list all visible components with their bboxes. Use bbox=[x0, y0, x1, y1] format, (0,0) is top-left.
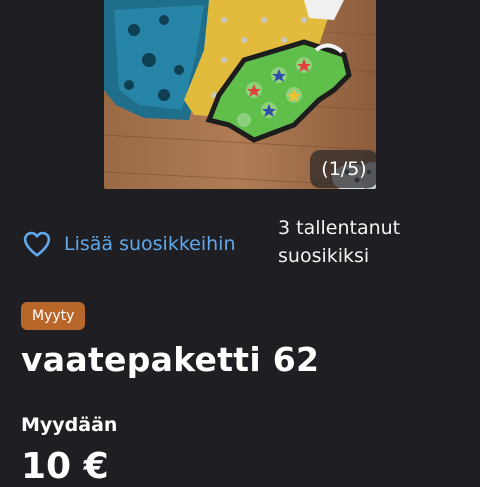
image-counter: (1/5) bbox=[310, 150, 376, 188]
favorites-count-line-1: 3 tallentanut bbox=[278, 217, 401, 239]
listing-photo[interactable]: (1/5) bbox=[104, 0, 376, 189]
favorites-count-text: 3 tallentanut suosikiksi bbox=[278, 214, 468, 270]
add-to-favorites-label: Lisää suosikkeihin bbox=[64, 233, 236, 255]
listing-title: vaatepaketti 62 bbox=[21, 340, 320, 379]
heart-outline-icon bbox=[23, 231, 51, 257]
sale-type-label: Myydään bbox=[21, 414, 118, 436]
sold-status-badge: Myyty bbox=[21, 302, 86, 330]
favorites-count-line-2: suosikiksi bbox=[278, 245, 370, 267]
listing-price: 10 € bbox=[21, 446, 109, 487]
add-to-favorites-button[interactable]: Lisää suosikkeihin bbox=[22, 224, 236, 264]
